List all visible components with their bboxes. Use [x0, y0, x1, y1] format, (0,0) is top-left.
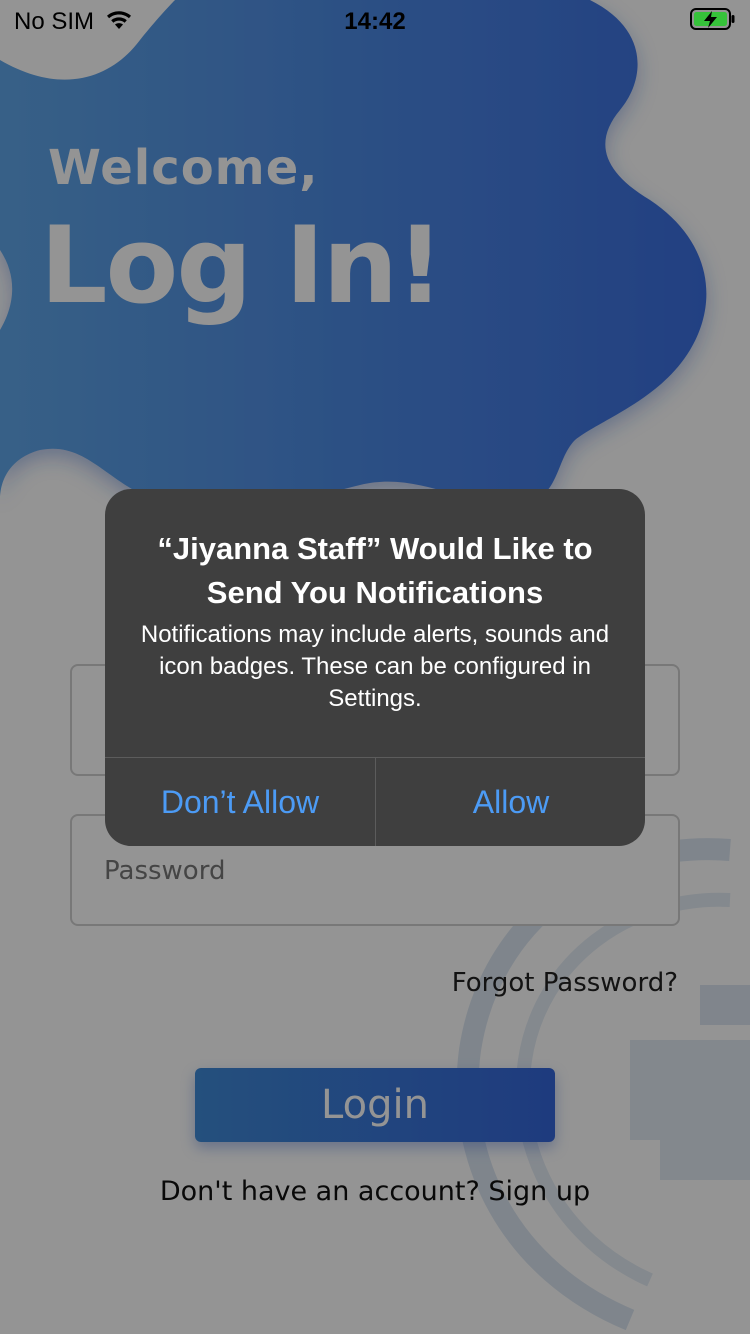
battery-charging-icon: [690, 8, 735, 30]
clock: 14:42: [344, 8, 406, 35]
dont-allow-button[interactable]: Don’t Allow: [105, 758, 375, 846]
notification-permission-alert: “Jiyanna Staff” Would Like to Send You N…: [105, 489, 645, 846]
alert-message: Notifications may include alerts, sounds…: [140, 621, 610, 712]
alert-title: “Jiyanna Staff” Would Like to Send You N…: [157, 531, 593, 610]
allow-button[interactable]: Allow: [376, 758, 645, 846]
status-bar: No SIM 14:42: [0, 0, 750, 40]
